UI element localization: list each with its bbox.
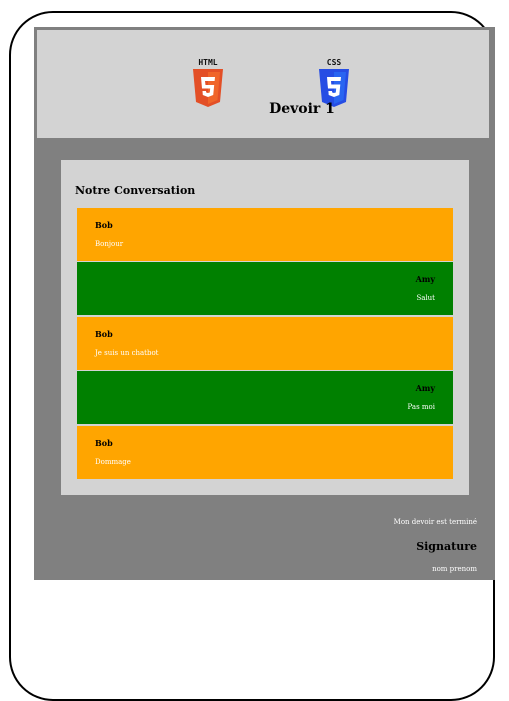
message-amy: Amy Pas moi (77, 371, 453, 424)
conversation-title: Notre Conversation (75, 184, 196, 197)
message-sender: Amy (415, 274, 435, 284)
message-text: Bonjour (95, 240, 124, 248)
message-text: Pas moi (407, 403, 435, 411)
message-sender: Bob (95, 329, 113, 339)
conversation-panel: Notre Conversation Bob Bonjour Amy Salut… (61, 160, 469, 495)
header: HTML CSS Devoir 1 (37, 30, 489, 138)
footer-name: nom prenom (432, 565, 477, 573)
message-sender: Amy (415, 383, 435, 393)
svg-text:CSS: CSS (327, 58, 342, 67)
message-bob: Bob Bonjour (77, 208, 453, 261)
message-sender: Bob (95, 438, 113, 448)
page-title: Devoir 1 (269, 101, 335, 117)
svg-text:HTML: HTML (198, 58, 217, 67)
message-text: Salut (416, 294, 435, 302)
message-text: Dommage (95, 458, 131, 466)
html5-logo-icon: HTML (193, 58, 223, 107)
page: HTML CSS Devoir 1 Notre Conversation Bob… (34, 27, 495, 580)
message-sender: Bob (95, 220, 113, 230)
footer-signature: Signature (416, 540, 477, 553)
message-bob: Bob Je suis un chatbot (77, 317, 453, 370)
message-bob: Bob Dommage (77, 426, 453, 479)
message-amy: Amy Salut (77, 262, 453, 315)
message-text: Je suis un chatbot (95, 349, 159, 357)
footer-done-text: Mon devoir est terminé (393, 518, 477, 526)
